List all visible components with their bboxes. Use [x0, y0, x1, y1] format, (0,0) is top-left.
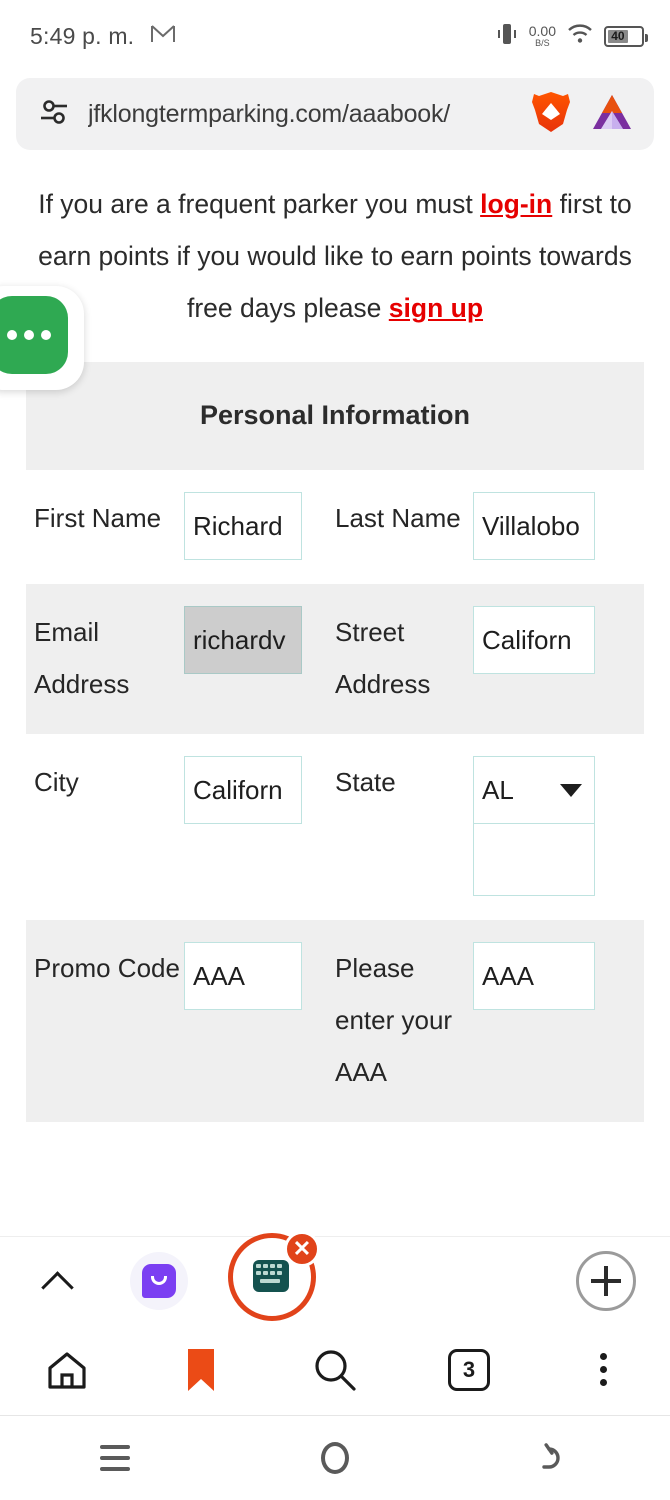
signup-link[interactable]: sign up	[389, 293, 483, 323]
street-address-cell: Street Address Californ	[335, 606, 644, 710]
vibrate-icon	[496, 22, 518, 51]
disable-keyboard-badge[interactable]: ✕	[284, 1230, 320, 1267]
ellipsis-dot	[7, 330, 17, 340]
last-name-cell: Last Name Villalobo	[335, 492, 644, 560]
table-row: Promo Code AAA Please enter your AAA AAA	[26, 920, 644, 1122]
gmail-icon	[150, 24, 176, 49]
promo-code-input[interactable]: AAA	[184, 942, 302, 1010]
android-nav-bar	[0, 1416, 670, 1500]
network-unit: B/S	[535, 38, 550, 48]
url-text[interactable]: jfklongtermparking.com/aaabook/	[88, 100, 512, 129]
state-label: State	[335, 767, 396, 797]
aaa-number-label: Please enter your AAA	[335, 953, 453, 1087]
email-address-cell: Email Address richardv	[26, 606, 335, 710]
login-link[interactable]: log-in	[480, 189, 552, 219]
home-circle-icon	[321, 1442, 349, 1474]
state-select-value: AL	[482, 774, 514, 805]
tab-count-badge: 3	[448, 1348, 490, 1391]
chevron-up-icon[interactable]	[42, 1266, 72, 1296]
browser-bottom-toolbar: 3	[0, 1324, 670, 1416]
network-rate: 0.00	[528, 23, 556, 39]
android-home-button[interactable]	[305, 1433, 365, 1483]
network-speed-indicator: 0.00 B/S	[529, 24, 556, 48]
frequent-parker-notice: If you are a frequent parker you must lo…	[0, 160, 670, 342]
zip-code-input[interactable]	[473, 824, 595, 896]
promo-code-cell: Promo Code AAA	[26, 942, 335, 1010]
recents-button[interactable]	[85, 1433, 145, 1483]
status-time: 5:49 p. m.	[30, 22, 135, 49]
wifi-icon	[567, 23, 593, 49]
back-arrow-icon	[542, 1443, 560, 1469]
tab-switcher-button[interactable]: 3	[424, 1340, 514, 1400]
battery-level: 40	[611, 29, 625, 43]
keyboard-switch-group[interactable]: ✕	[228, 1230, 324, 1329]
bat-triangle-icon[interactable]	[590, 92, 634, 137]
ellipsis-dot	[24, 330, 34, 340]
city-label: City	[34, 767, 79, 797]
battery-icon: 40	[604, 25, 648, 47]
search-button[interactable]	[290, 1340, 380, 1400]
first-name-cell: First Name Richard	[26, 492, 335, 560]
home-button[interactable]	[22, 1340, 112, 1400]
add-button[interactable]	[576, 1250, 636, 1311]
more-menu-button[interactable]	[558, 1340, 648, 1400]
notice-line1-prefix: If you are a frequent parker you must	[38, 189, 481, 219]
recents-icon	[100, 1445, 130, 1471]
url-bar-container: jfklongtermparking.com/aaabook/	[0, 72, 670, 160]
status-bar-right: 0.00 B/S 40	[496, 22, 648, 51]
street-address-input[interactable]: Californ	[473, 606, 595, 674]
status-bar-left: 5:49 p. m.	[30, 23, 176, 50]
chevron-down-icon	[560, 783, 582, 797]
email-field[interactable]: richardv	[184, 606, 302, 674]
back-button[interactable]	[525, 1433, 585, 1483]
city-input[interactable]: Californ	[184, 756, 302, 824]
first-name-label: First Name	[34, 503, 162, 533]
first-name-input[interactable]: Richard	[184, 492, 302, 560]
last-name-input[interactable]: Villalobo	[473, 492, 595, 560]
keyboard-suggestion-bar: ✕	[0, 1230, 670, 1324]
table-row: City Californ State AL	[26, 734, 644, 920]
ellipsis-dot	[41, 330, 51, 340]
aaa-number-cell: Please enter your AAA AAA	[335, 942, 644, 1098]
web-page-content: If you are a frequent parker you must lo…	[0, 160, 670, 1122]
street-address-label: Street Address	[335, 617, 431, 699]
state-cell: State AL	[335, 756, 644, 896]
bookmark-button[interactable]	[156, 1340, 246, 1400]
section-title: Personal Information	[26, 362, 644, 470]
floating-chat-bubble[interactable]	[0, 296, 68, 374]
personal-information-form: Personal Information First Name Richard …	[0, 362, 670, 1122]
brave-lion-icon[interactable]	[530, 90, 572, 139]
promo-code-label: Promo Code	[34, 953, 180, 983]
url-bar[interactable]: jfklongtermparking.com/aaabook/	[16, 78, 654, 150]
more-vertical-icon	[599, 1353, 607, 1386]
messaging-app-icon[interactable]	[130, 1251, 188, 1310]
tune-icon[interactable]	[38, 97, 70, 132]
table-row: First Name Richard Last Name Villalobo	[26, 470, 644, 584]
aaa-number-input[interactable]: AAA	[473, 942, 595, 1010]
state-select-stack: AL	[473, 756, 595, 896]
city-cell: City Californ	[26, 756, 335, 824]
table-row: Email Address richardv Street Address Ca…	[26, 584, 644, 734]
email-address-label: Email Address	[34, 617, 130, 699]
keyboard-icon[interactable]	[253, 1259, 289, 1292]
last-name-label: Last Name	[335, 503, 461, 533]
status-bar: 5:49 p. m. 0.00 B/S 40	[0, 0, 670, 72]
state-select[interactable]: AL	[473, 756, 595, 824]
